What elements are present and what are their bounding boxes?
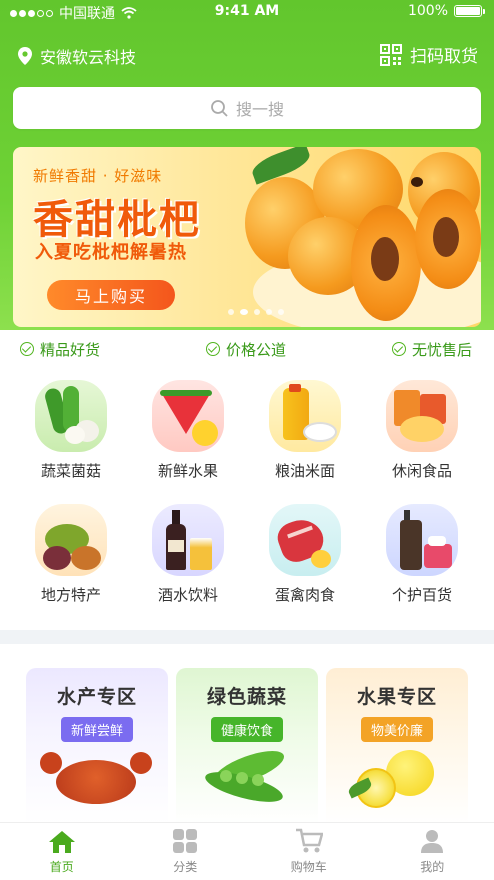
bottom-tab-bar: 首页 分类 购物车 我的 xyxy=(0,822,494,880)
search-icon xyxy=(211,100,228,117)
zone-badge: 健康饮食 xyxy=(210,717,283,742)
featured-zones: 水产专区 新鲜尝鲜 绿色蔬菜 健康饮食 水果专区 物美价廉 xyxy=(0,644,494,824)
tab-cart[interactable]: 购物车 xyxy=(247,823,371,880)
buy-now-button[interactable]: 马上购买 xyxy=(47,280,175,310)
location-selector[interactable]: 安徽软云科技 xyxy=(18,44,136,68)
check-circle-icon xyxy=(391,342,406,356)
scan-pickup-button[interactable]: 扫码取货 xyxy=(380,42,478,67)
category-fruits[interactable]: 新鲜水果 xyxy=(138,380,238,481)
specialty-icon xyxy=(35,504,107,576)
zone-green-vegetables[interactable]: 绿色蔬菜 健康饮食 xyxy=(176,668,318,824)
promo-banner[interactable]: 新鲜香甜 · 好滋味 香甜枇杷 入夏吃枇杷解暑热 马上购买 xyxy=(13,147,481,327)
zone-seafood[interactable]: 水产专区 新鲜尝鲜 xyxy=(26,668,168,824)
category-drinks[interactable]: 酒水饮料 xyxy=(138,504,238,605)
tab-mine[interactable]: 我的 xyxy=(371,823,494,880)
guarantee-item: 无忧售后 xyxy=(391,339,472,360)
wine-icon xyxy=(152,504,224,576)
lemon-icon xyxy=(326,742,468,812)
peas-icon xyxy=(176,742,318,812)
vegetable-icon xyxy=(35,380,107,452)
category-personal-care[interactable]: 个护百货 xyxy=(372,504,472,605)
tab-category[interactable]: 分类 xyxy=(124,823,248,880)
category-icon xyxy=(173,829,198,853)
category-specialties[interactable]: 地方特产 xyxy=(21,504,121,605)
search-bar[interactable]: 搜一搜 xyxy=(13,87,481,129)
guarantee-item: 价格公道 xyxy=(205,339,286,360)
zone-badge: 新鲜尝鲜 xyxy=(60,717,133,742)
check-circle-icon xyxy=(205,342,220,356)
crab-icon xyxy=(26,742,168,812)
scan-label: 扫码取货 xyxy=(410,47,478,67)
category-grain-oil[interactable]: 粮油米面 xyxy=(255,380,355,481)
category-snacks[interactable]: 休闲食品 xyxy=(372,380,472,481)
banner-slogan: 入夏吃枇杷解暑热 xyxy=(35,242,187,263)
home-icon xyxy=(48,831,75,853)
zone-badge: 物美价廉 xyxy=(360,717,433,742)
qr-code-icon xyxy=(380,43,402,66)
carousel-indicator[interactable] xyxy=(228,309,284,315)
location-label: 安徽软云科技 xyxy=(40,48,137,67)
user-icon xyxy=(421,830,444,853)
guarantee-item: 精品好货 xyxy=(20,339,100,360)
battery-percent: 100% xyxy=(407,3,448,19)
watermelon-icon xyxy=(152,380,224,452)
category-meat[interactable]: 蛋禽肉食 xyxy=(255,504,355,605)
top-bar: 安徽软云科技 扫码取货 xyxy=(18,40,478,70)
battery-icon xyxy=(454,5,485,17)
status-bar: 中国联通 9:41 AM 100% xyxy=(0,0,494,24)
location-pin-icon xyxy=(18,47,32,65)
banner-subtitle: 新鲜香甜 · 好滋味 xyxy=(33,167,163,185)
tab-home[interactable]: 首页 xyxy=(0,823,124,880)
check-circle-icon xyxy=(20,342,34,356)
banner-title: 香甜枇杷 xyxy=(33,197,201,243)
snack-icon xyxy=(386,380,458,452)
category-vegetables[interactable]: 蔬菜菌菇 xyxy=(21,380,121,481)
zone-fruits[interactable]: 水果专区 物美价廉 xyxy=(326,668,468,824)
meat-icon xyxy=(269,504,341,576)
cart-icon xyxy=(295,828,323,853)
search-placeholder: 搜一搜 xyxy=(235,100,284,119)
care-icon xyxy=(386,504,458,576)
oil-rice-icon xyxy=(269,380,341,452)
service-guarantees: 精品好货 价格公道 无忧售后 xyxy=(0,330,494,368)
section-divider xyxy=(0,630,494,644)
category-grid: 蔬菜菌菇 新鲜水果 粮油米面 休闲食品 地方特产 酒水饮料 蛋禽肉食 个护百货 xyxy=(0,368,494,630)
